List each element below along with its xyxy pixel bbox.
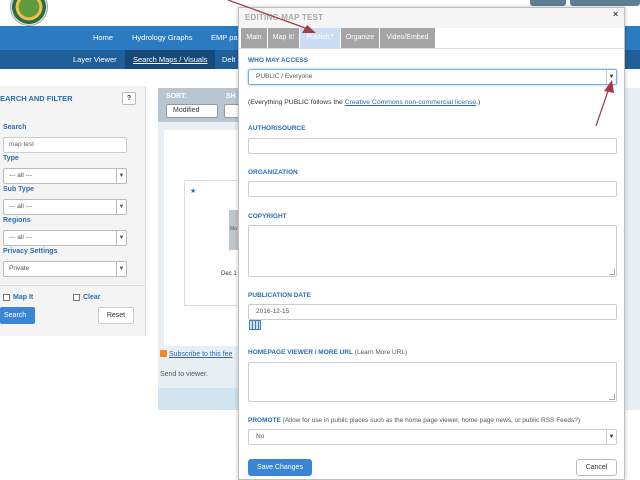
promote-note: (Allow for use in public places such as … [280,417,581,424]
modal-title: EDITING MAP TEST [245,13,324,22]
show-label: SH [226,93,236,100]
license-note-suffix: .) [476,99,481,106]
chevron-down-icon: ▼ [116,231,126,245]
tab-publish[interactable]: Publish? [300,28,341,48]
help-button[interactable]: ? [122,92,136,105]
promote-select-value: No [256,433,265,440]
cancel-button[interactable]: Cancel [576,459,617,476]
privacy-select[interactable]: Private ▼ [3,261,127,277]
send-to-viewer-text[interactable]: Send to viewer. [160,371,208,378]
reset-button[interactable]: Reset [98,307,134,324]
map-it-checkbox[interactable] [3,294,10,301]
publication-date-input[interactable]: 2016-12-15 [248,304,617,320]
privacy-label: Privacy Settings [3,248,58,255]
who-may-access-value: PUBLIC / Everyone [256,73,313,80]
results-list: ★ Mo Dec 1 [164,130,241,346]
sort-select[interactable]: Modified [166,104,218,118]
copyright-textarea[interactable] [248,225,617,277]
edit-map-modal: EDITING MAP TEST × Main Map It! Publish?… [238,7,625,480]
tab-video-embed[interactable]: Video/Embed [380,28,436,48]
type-label: Type [3,155,19,162]
subnav-item-delta[interactable]: Delt [222,55,235,64]
author-source-input[interactable] [248,138,617,154]
search-input[interactable]: map test [3,137,127,153]
who-may-access-select[interactable]: PUBLIC / Everyone ▼ [248,69,617,85]
site-logo[interactable] [10,0,48,26]
close-icon[interactable]: × [613,9,618,19]
rss-subscribe-link[interactable]: Subscribe to this fee [160,350,232,358]
homepage-url-label-text: HOMEPAGE VIEWER / MORE URL [248,349,353,356]
results-footer [158,388,240,410]
chevron-down-icon: ▼ [606,70,616,84]
license-note-prefix: (Everything PUBLIC follows the [248,99,345,106]
author-source-label: AUTHOR/SOURCE [248,125,306,132]
type-select-value: --- all --- [9,172,33,179]
clear-label[interactable]: Clear [83,294,101,301]
who-may-access-label: WHO MAY ACCESS [248,57,309,64]
promote-label: PROMOTE (Allow for use in public places … [248,417,580,424]
regions-select-value: --- all --- [9,234,33,241]
subtype-select-value: --- all --- [9,203,33,210]
chevron-down-icon: ▼ [116,262,126,276]
subnav-item-search-maps[interactable]: Search Maps / Visuals [125,50,216,69]
license-link[interactable]: Creative Commons non-commercial license [345,99,476,106]
search-label: Search [3,124,27,131]
results-panel: SORT: SH Modified ★ Mo Dec 1 Subscribe t… [158,88,241,410]
nav-item-emp[interactable]: EMP pa [211,33,238,42]
rss-text: Subscribe to this fee [169,351,233,358]
subnav-item-layer-viewer[interactable]: Layer Viewer [73,55,117,64]
sort-label: SORT: [166,93,187,100]
sort-bar: SORT: SH Modified [158,88,240,122]
organization-label: ORGANIZATION [248,169,298,176]
homepage-url-label: HOMEPAGE VIEWER / MORE URL (Learn More U… [248,349,407,356]
nav-item-hydrology-graphs[interactable]: Hydrology Graphs [132,33,192,42]
homepage-url-textarea[interactable] [248,362,617,402]
copyright-label: COPYRIGHT [248,213,287,220]
header-button[interactable] [530,0,566,6]
privacy-select-value: Private [9,265,30,272]
sidebar-divider [0,285,146,286]
sidebar-title: EARCH AND FILTER [0,94,73,103]
result-card[interactable]: ★ Mo Dec 1 [184,180,241,306]
header-user-button[interactable] [570,0,640,6]
search-button[interactable]: Search [0,307,35,324]
subtype-select[interactable]: --- all --- ▼ [3,199,127,215]
organization-input[interactable] [248,181,617,197]
save-changes-button[interactable]: Save Changes [248,459,312,476]
homepage-url-note: (Learn More URL) [352,349,408,356]
clear-checkbox[interactable] [73,294,80,301]
modal-header: EDITING MAP TEST × [239,8,624,28]
promote-select[interactable]: No ▼ [248,429,617,445]
chevron-down-icon: ▼ [606,430,616,444]
license-note: (Everything PUBLIC follows the Creative … [248,99,480,106]
tab-map-it[interactable]: Map It! [268,28,300,48]
result-date: Dec 1 [221,271,237,277]
type-select[interactable]: --- all --- ▼ [3,168,127,184]
subtype-label: Sub Type [3,186,34,193]
tab-main[interactable]: Main [241,28,268,48]
star-icon[interactable]: ★ [190,187,196,195]
calendar-icon[interactable] [249,320,261,330]
search-filter-sidebar: EARCH AND FILTER ? Search map test Type … [0,86,146,336]
rss-icon [160,350,167,357]
map-it-label[interactable]: Map It [13,294,33,301]
publication-date-label: PUBLICATION DATE [248,292,311,299]
chevron-down-icon: ▼ [116,200,126,214]
tab-organize[interactable]: Organize [341,28,380,48]
regions-label: Regions [3,217,31,224]
nav-item-home[interactable]: Home [93,33,113,42]
thumbnail-label: Mo [230,226,237,232]
chevron-down-icon: ▼ [116,169,126,183]
promote-label-text: PROMOTE [248,417,281,424]
regions-select[interactable]: --- all --- ▼ [3,230,127,246]
tab-divider [239,48,624,49]
